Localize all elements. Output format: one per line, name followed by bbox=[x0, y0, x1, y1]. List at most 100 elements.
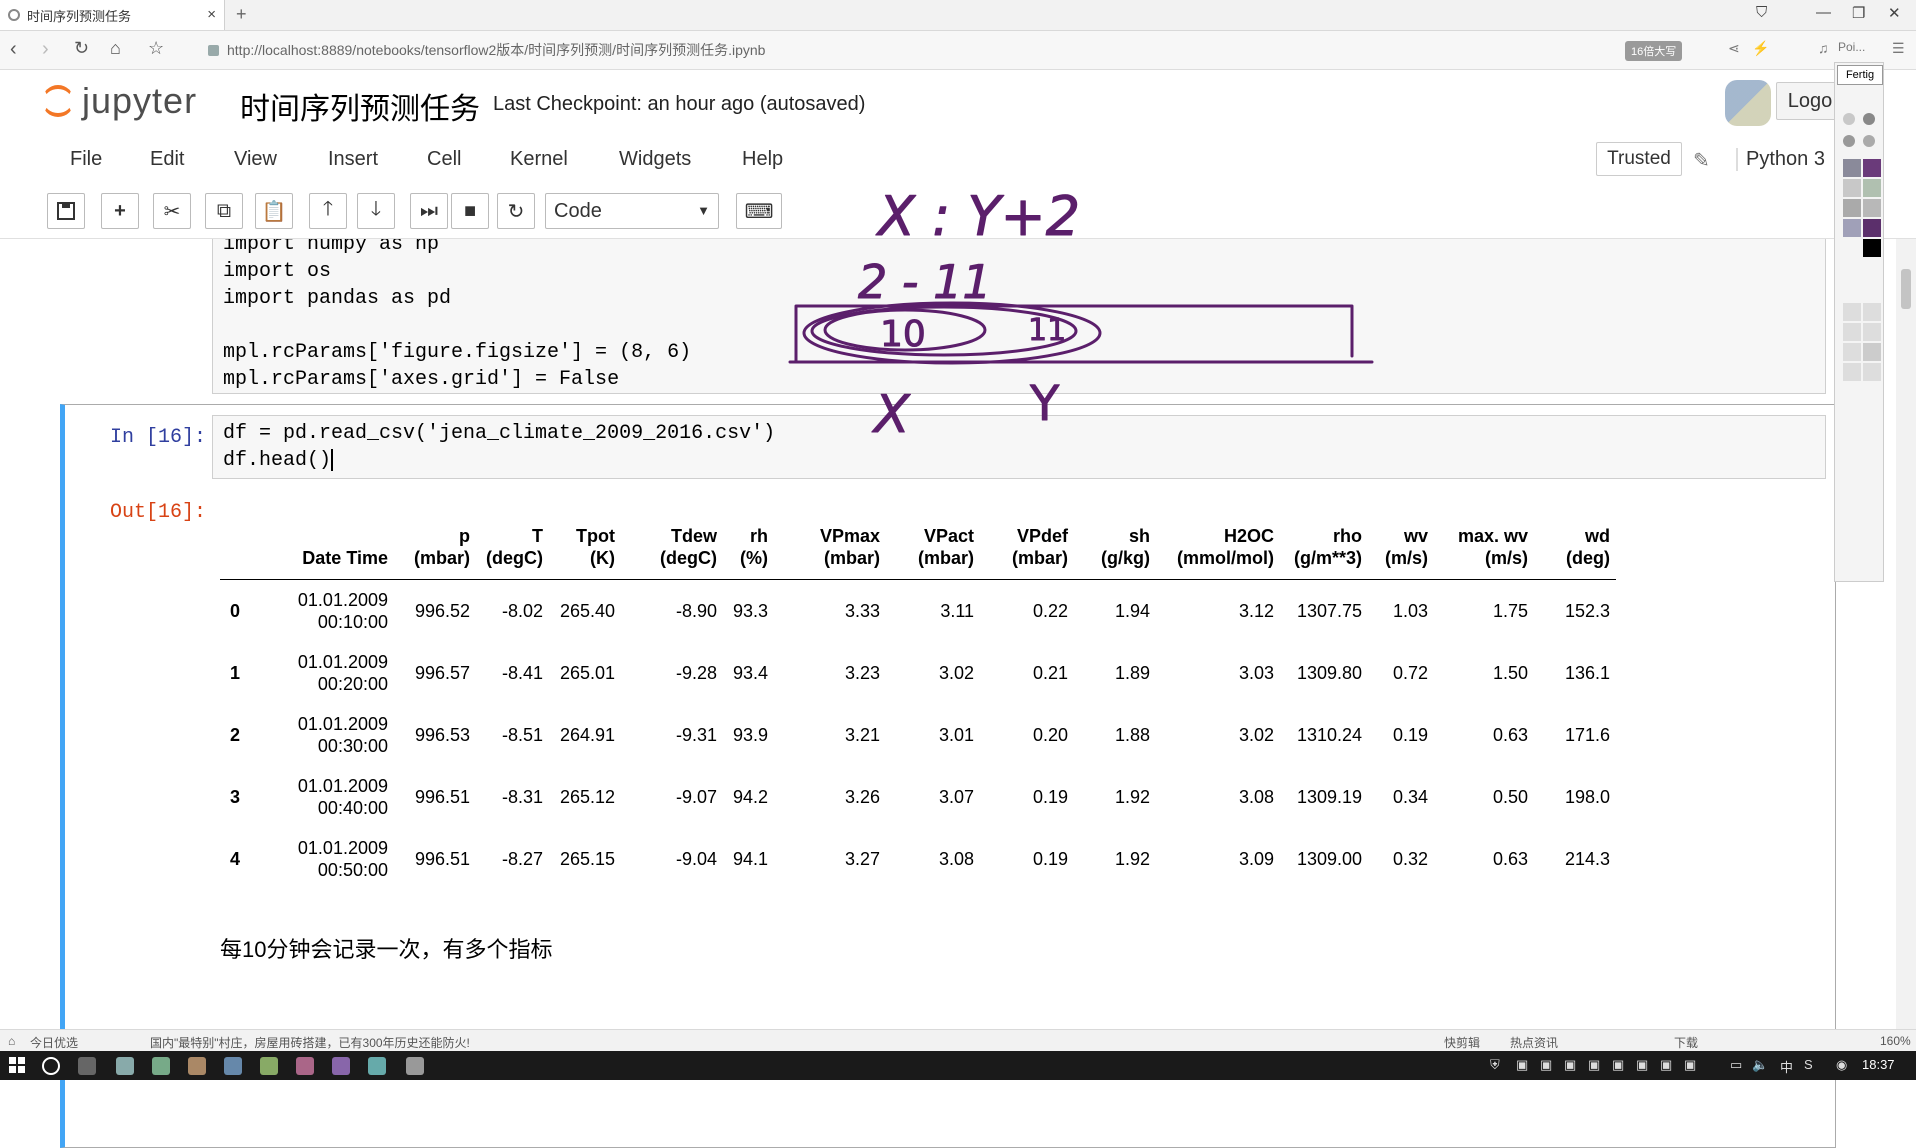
status-hot-news[interactable]: 热点资讯 bbox=[1510, 1034, 1558, 1051]
close-window-icon[interactable]: ✕ bbox=[1888, 4, 1901, 22]
paste-icon[interactable]: 📋 bbox=[255, 193, 293, 229]
back-icon[interactable]: ‹ bbox=[10, 38, 17, 61]
move-down-icon[interactable]: 🡓 bbox=[357, 193, 395, 229]
palette-swatch[interactable] bbox=[1843, 179, 1861, 197]
shirt-icon[interactable]: ⛉ bbox=[1756, 4, 1767, 21]
menu-file[interactable]: File bbox=[70, 148, 102, 171]
volume-icon[interactable]: 🔈 bbox=[1752, 1057, 1768, 1073]
taskbar-app-icon[interactable] bbox=[296, 1057, 314, 1075]
status-quick-clip[interactable]: 快剪辑 bbox=[1444, 1034, 1480, 1051]
tray-app-icon[interactable]: ▣ bbox=[1660, 1057, 1672, 1073]
tray-app-icon[interactable]: ▣ bbox=[1636, 1057, 1648, 1073]
insert-cell-icon[interactable]: + bbox=[101, 193, 139, 229]
palette-swatch[interactable] bbox=[1863, 219, 1881, 237]
palette-done-button[interactable]: Fertig bbox=[1837, 65, 1883, 85]
tray-app-icon[interactable]: ◉ bbox=[1836, 1057, 1847, 1073]
palette-swatch[interactable] bbox=[1843, 343, 1861, 361]
home-icon[interactable]: ⌂ bbox=[110, 38, 121, 59]
palette-swatch[interactable] bbox=[1863, 199, 1881, 217]
palette-swatch[interactable] bbox=[1843, 219, 1861, 237]
menu-kernel[interactable]: Kernel bbox=[510, 148, 568, 171]
menu-widgets[interactable]: Widgets bbox=[619, 148, 691, 171]
taskbar-app-icon[interactable] bbox=[332, 1057, 350, 1075]
previous-code-cell[interactable]: import numpy as np import os import pand… bbox=[212, 239, 1826, 394]
taskbar-app-icon[interactable] bbox=[406, 1057, 424, 1075]
task-view-icon[interactable] bbox=[78, 1057, 96, 1075]
palette-swatch[interactable] bbox=[1863, 323, 1881, 341]
taskbar-app-icon[interactable] bbox=[368, 1057, 386, 1075]
tray-app-icon[interactable]: ▣ bbox=[1588, 1057, 1600, 1073]
menu-edit[interactable]: Edit bbox=[150, 148, 184, 171]
tray-app-icon[interactable]: ▣ bbox=[1516, 1057, 1528, 1073]
palette-swatch[interactable] bbox=[1863, 239, 1881, 257]
restart-icon[interactable]: ↻ bbox=[497, 193, 535, 229]
trusted-indicator[interactable]: Trusted bbox=[1596, 142, 1682, 176]
speed-badge[interactable]: 16倍大写 bbox=[1625, 41, 1683, 61]
copy-icon[interactable]: ⧉ bbox=[205, 193, 243, 229]
menu-icon[interactable]: ☰ bbox=[1892, 40, 1905, 57]
tray-app-icon[interactable]: ▣ bbox=[1612, 1057, 1624, 1073]
taskbar-app-icon[interactable] bbox=[188, 1057, 206, 1075]
palette-swatch[interactable] bbox=[1843, 135, 1855, 147]
taskbar-app-icon[interactable] bbox=[152, 1057, 170, 1075]
tray-app-icon[interactable]: S bbox=[1804, 1057, 1813, 1072]
url-field[interactable]: http://localhost:8889/notebooks/tensorfl… bbox=[208, 39, 1588, 61]
menu-cell[interactable]: Cell bbox=[427, 148, 461, 171]
search-icon[interactable] bbox=[42, 1057, 60, 1075]
menu-insert[interactable]: Insert bbox=[328, 148, 378, 171]
restore-icon[interactable]: ❐ bbox=[1852, 4, 1865, 22]
reload-icon[interactable]: ↻ bbox=[74, 38, 89, 59]
new-tab-button[interactable]: + bbox=[236, 4, 247, 25]
edit-pencil-icon[interactable]: ✎ bbox=[1693, 148, 1710, 173]
interrupt-icon[interactable]: ■ bbox=[451, 193, 489, 229]
bookmark-star-icon[interactable]: ☆ bbox=[148, 38, 164, 59]
palette-swatch[interactable] bbox=[1863, 113, 1875, 125]
flash-icon[interactable]: ⚡ bbox=[1752, 40, 1769, 57]
tray-shield-icon[interactable]: ⛨ bbox=[1490, 1057, 1500, 1073]
windows-start-icon[interactable] bbox=[9, 1057, 25, 1073]
palette-swatch[interactable] bbox=[1843, 363, 1861, 381]
tray-app-icon[interactable]: ▣ bbox=[1564, 1057, 1576, 1073]
scrollbar-thumb[interactable] bbox=[1901, 269, 1911, 309]
tray-app-icon[interactable]: ▣ bbox=[1684, 1057, 1696, 1073]
profile-label[interactable]: Poi... bbox=[1838, 40, 1865, 54]
move-up-icon[interactable]: 🡑 bbox=[309, 193, 347, 229]
keyboard-icon[interactable]: ⌨ bbox=[736, 193, 782, 229]
taskbar-app-icon[interactable] bbox=[260, 1057, 278, 1075]
status-zoom[interactable]: 160% bbox=[1880, 1034, 1911, 1048]
palette-swatch[interactable] bbox=[1863, 159, 1881, 177]
home-small-icon[interactable]: ⌂ bbox=[8, 1034, 15, 1048]
palette-swatch[interactable] bbox=[1863, 303, 1881, 321]
tray-app-icon[interactable]: ▣ bbox=[1540, 1057, 1552, 1073]
minimize-icon[interactable]: — bbox=[1816, 4, 1831, 21]
menu-help[interactable]: Help bbox=[742, 148, 783, 171]
status-news[interactable]: 国内"最特别"村庄，房屋用砖搭建，已有300年历史还能防火! bbox=[150, 1034, 470, 1051]
palette-swatch[interactable] bbox=[1843, 159, 1861, 177]
taskbar-app-icon[interactable] bbox=[224, 1057, 242, 1075]
palette-swatch[interactable] bbox=[1843, 303, 1861, 321]
headset-icon[interactable]: ♫ bbox=[1818, 40, 1829, 56]
taskbar-app-icon[interactable] bbox=[116, 1057, 134, 1075]
close-tab-icon[interactable]: × bbox=[207, 6, 216, 23]
palette-swatch[interactable] bbox=[1863, 363, 1881, 381]
menu-view[interactable]: View bbox=[234, 148, 277, 171]
palette-swatch[interactable] bbox=[1863, 179, 1881, 197]
forward-icon[interactable]: › bbox=[42, 38, 49, 61]
network-icon[interactable]: ▭ bbox=[1730, 1057, 1742, 1073]
save-icon[interactable] bbox=[47, 193, 85, 229]
palette-swatch[interactable] bbox=[1843, 323, 1861, 341]
jupyter-logo[interactable]: jupyter bbox=[42, 80, 197, 122]
run-icon[interactable]: ⏭ bbox=[410, 193, 448, 229]
cut-icon[interactable]: ✂ bbox=[153, 193, 191, 229]
status-download[interactable]: 下载 bbox=[1674, 1034, 1698, 1051]
share-icon[interactable]: ⋖ bbox=[1728, 40, 1740, 57]
cell-type-select[interactable]: Code ▼ bbox=[545, 193, 719, 229]
palette-swatch[interactable] bbox=[1843, 113, 1855, 125]
notebook-name[interactable]: 时间序列预测任务 bbox=[240, 84, 480, 128]
vertical-scrollbar[interactable] bbox=[1896, 239, 1916, 1029]
palette-swatch[interactable] bbox=[1843, 199, 1861, 217]
browser-tab[interactable]: 时间序列预测任务 × bbox=[0, 0, 225, 30]
palette-swatch[interactable] bbox=[1863, 135, 1875, 147]
kernel-name[interactable]: Python 3 bbox=[1736, 148, 1825, 171]
palette-swatch[interactable] bbox=[1863, 343, 1881, 361]
